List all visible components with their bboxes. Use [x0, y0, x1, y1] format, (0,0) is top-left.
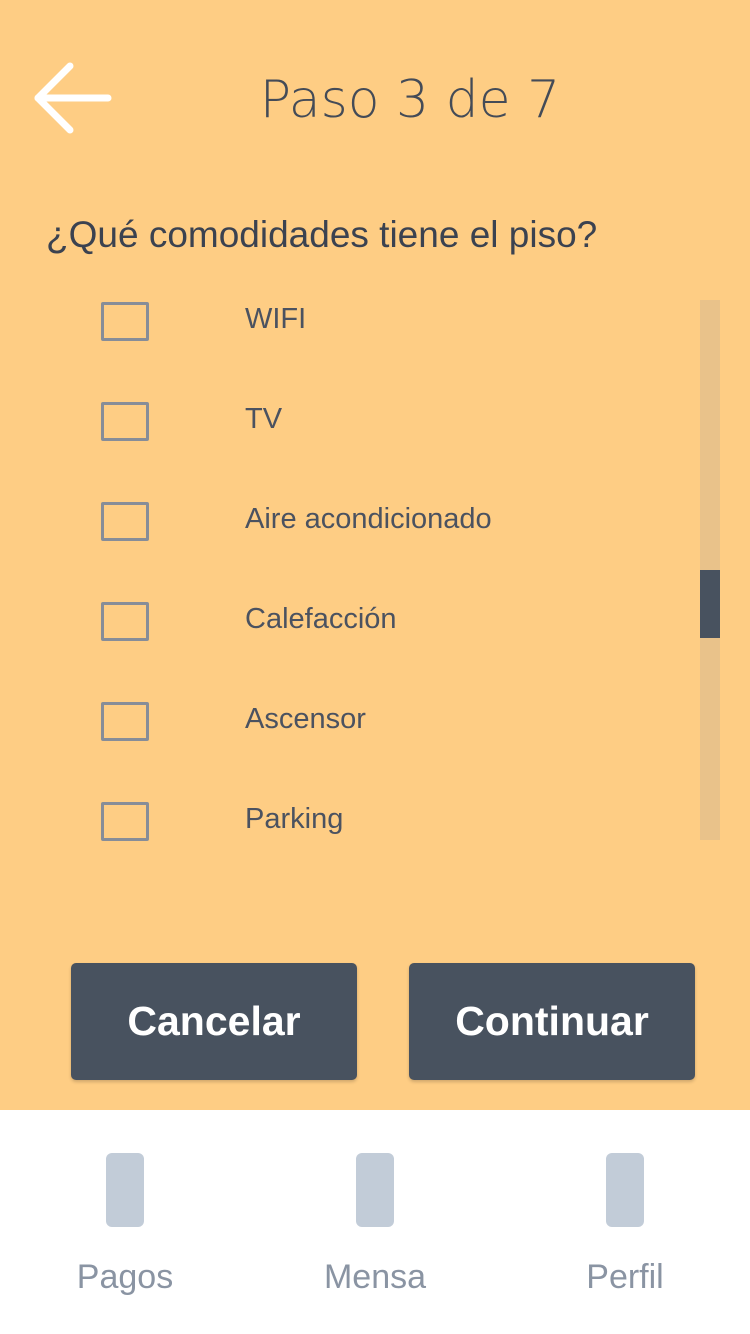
- amenity-label: Aire acondicionado: [245, 503, 492, 535]
- scrollbar-thumb[interactable]: [700, 570, 720, 638]
- amenity-option-wifi[interactable]: WIFI: [0, 290, 690, 350]
- amenity-option-parking[interactable]: Parking: [0, 790, 690, 850]
- step-title: Paso 3 de 7: [259, 70, 561, 130]
- checkbox[interactable]: [101, 802, 149, 841]
- amenity-label: TV: [245, 403, 283, 435]
- tab-label: Pagos: [76, 1258, 174, 1296]
- placeholder-icon: [606, 1153, 644, 1227]
- question-heading: ¿Qué comodidades tiene el piso?: [46, 214, 598, 255]
- cancel-button[interactable]: Cancelar: [71, 963, 357, 1080]
- checkbox[interactable]: [101, 302, 149, 341]
- checkbox[interactable]: [101, 502, 149, 541]
- tab-label: Perfil: [586, 1258, 664, 1296]
- checkbox[interactable]: [101, 702, 149, 741]
- checkbox[interactable]: [101, 402, 149, 441]
- checkbox[interactable]: [101, 602, 149, 641]
- tab-mensajes[interactable]: Mensa: [250, 1110, 500, 1334]
- amenity-label: Calefacción: [245, 603, 397, 635]
- amenity-option-calefaccion[interactable]: Calefacción: [0, 590, 690, 650]
- amenity-label: Ascensor: [245, 703, 366, 735]
- tab-pagos[interactable]: Pagos: [0, 1110, 250, 1334]
- amenity-option-tv[interactable]: TV: [0, 390, 690, 450]
- amenity-label: WIFI: [245, 303, 307, 335]
- tab-label: Mensa: [323, 1258, 427, 1296]
- amenity-label: Parking: [245, 803, 344, 835]
- placeholder-icon: [356, 1153, 394, 1227]
- main-content: Paso 3 de 7 ¿Qué comodidades tiene el pi…: [0, 0, 750, 1110]
- bottom-tab-bar: Pagos Mensa Perfil: [0, 1110, 750, 1334]
- placeholder-icon: [106, 1153, 144, 1227]
- amenity-option-ascensor[interactable]: Ascensor: [0, 690, 690, 750]
- continue-button[interactable]: Continuar: [409, 963, 695, 1080]
- tab-perfil[interactable]: Perfil: [500, 1110, 750, 1334]
- amenity-option-aire-acondicionado[interactable]: Aire acondicionado: [0, 490, 690, 550]
